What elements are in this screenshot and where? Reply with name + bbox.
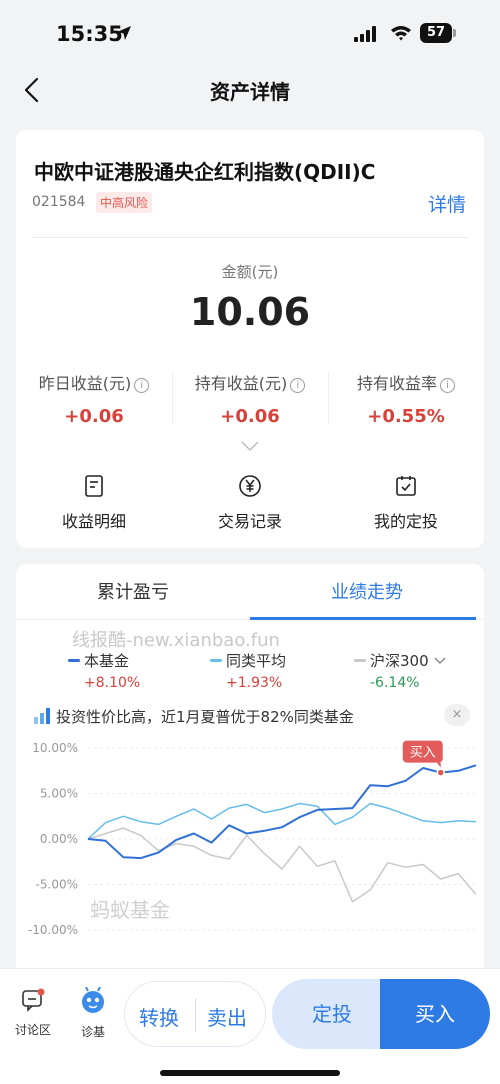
diagnose-button[interactable]: 诊基 bbox=[68, 986, 118, 1040]
info-icon[interactable]: i bbox=[290, 378, 306, 393]
insight-banner: 投资性价比高，近1月夏普优于82%同类基金 bbox=[34, 706, 354, 727]
convert-button[interactable]: 转换 bbox=[139, 1002, 179, 1031]
amount-label: 金额(元) bbox=[221, 263, 279, 281]
chart-watermark: 蚂蚁基金 bbox=[90, 898, 170, 922]
series-line-category-avg bbox=[87, 802, 477, 840]
chevron-down-icon bbox=[434, 657, 446, 664]
location-arrow-icon bbox=[117, 26, 131, 40]
bottom-action-bar: 讨论区 诊基 转换 卖出 定投 买入 bbox=[0, 968, 500, 1084]
y-tick-label: 10.00% bbox=[32, 741, 78, 755]
home-indicator[interactable] bbox=[160, 1070, 340, 1076]
legend-value: +8.10% bbox=[84, 675, 141, 691]
performance-card: 累计盈亏 业绩走势 线报酷-new.xianbao.fun 本基金 +8.10%… bbox=[16, 564, 484, 994]
stat-label: 持有收益率 bbox=[356, 374, 437, 393]
yen-icon bbox=[239, 475, 261, 497]
battery-level: 57 bbox=[420, 23, 452, 43]
action-profit-detail[interactable]: 收益明细 bbox=[16, 474, 172, 532]
legend-swatch bbox=[354, 659, 366, 662]
buy-marker bbox=[436, 768, 445, 777]
amount-value: 10.06 bbox=[189, 290, 311, 334]
divider bbox=[32, 237, 468, 238]
legend-item: 本基金 +8.10% bbox=[68, 650, 218, 691]
page-title: 资产详情 bbox=[210, 80, 290, 104]
stat-value: +0.55% bbox=[367, 406, 445, 427]
status-time: 15:35 bbox=[56, 22, 123, 46]
battery-icon: 57 bbox=[420, 23, 456, 43]
bar-chart-icon bbox=[34, 708, 50, 724]
legend-value: -6.14% bbox=[370, 675, 420, 691]
calendar-icon bbox=[396, 476, 416, 496]
status-bar: 15:35 57 bbox=[0, 0, 500, 66]
action-label: 收益明细 bbox=[61, 512, 126, 531]
legend-value: +1.93% bbox=[226, 675, 283, 691]
stat-value: +0.06 bbox=[220, 406, 280, 427]
convert-sell-group: 转换 卖出 bbox=[124, 981, 266, 1047]
action-label: 我的定投 bbox=[373, 512, 438, 531]
auto-invest-button[interactable]: 定投 bbox=[272, 979, 392, 1049]
cellular-signal-icon bbox=[354, 26, 376, 42]
stat-yesterday-profit: 昨日收益(元) i +0.06 bbox=[16, 370, 172, 427]
diagnose-label: 诊基 bbox=[80, 1025, 105, 1039]
stat-holding-return: 持有收益率 i +0.55% bbox=[328, 370, 484, 427]
chat-icon bbox=[22, 988, 45, 1012]
sell-button[interactable]: 卖出 bbox=[207, 1002, 247, 1031]
legend-name: 同类平均 bbox=[226, 652, 287, 670]
series-line-fund bbox=[87, 764, 477, 860]
performance-chart: 10.00%5.00%0.00%-5.00%-10.00%2026-06-262… bbox=[28, 740, 479, 987]
discussion-label: 讨论区 bbox=[14, 1023, 51, 1037]
watermark-text: 线报酷-new.xianbao.fun bbox=[72, 630, 280, 651]
discussion-button[interactable]: 讨论区 bbox=[8, 987, 58, 1038]
info-icon[interactable]: i bbox=[134, 378, 150, 393]
legend-swatch bbox=[68, 659, 80, 662]
tab-active-indicator bbox=[250, 617, 476, 620]
wifi-icon bbox=[391, 26, 411, 41]
insight-text: 投资性价比高，近1月夏普优于82%同类基金 bbox=[56, 708, 354, 726]
legend-swatch bbox=[210, 659, 222, 662]
mascot-icon bbox=[82, 986, 104, 1013]
stat-label: 昨日收益(元) bbox=[38, 374, 132, 393]
legend-name: 沪深300 bbox=[370, 652, 429, 670]
divider bbox=[195, 998, 196, 1032]
y-tick-label: 5.00% bbox=[40, 787, 78, 801]
legend-item: 同类平均 +1.93% bbox=[210, 650, 360, 691]
fund-summary-card: 中欧中证港股通央企红利指数(QDII)C 021584 中高风险 详情 金额(元… bbox=[16, 130, 484, 548]
tab-cumulative-pnl[interactable]: 累计盈亏 bbox=[16, 578, 250, 604]
y-tick-label: -10.00% bbox=[28, 923, 78, 937]
buy-annotation: 买入 bbox=[410, 746, 436, 761]
y-tick-label: 0.00% bbox=[40, 832, 78, 846]
buy-button[interactable]: 买入 bbox=[380, 979, 490, 1049]
nav-bar: 资产详情 bbox=[0, 66, 500, 114]
document-icon bbox=[85, 475, 103, 497]
action-my-auto-invest[interactable]: 我的定投 bbox=[328, 474, 484, 532]
stat-value: +0.06 bbox=[64, 406, 124, 427]
stat-holding-profit: 持有收益(元) i +0.06 bbox=[172, 370, 328, 427]
risk-badge: 中高风险 bbox=[96, 192, 153, 213]
fund-name: 中欧中证港股通央企红利指数(QDII)C bbox=[34, 160, 376, 184]
y-tick-label: -5.00% bbox=[36, 878, 78, 892]
fund-detail-link[interactable]: 详情 bbox=[428, 190, 466, 217]
close-button[interactable]: × bbox=[444, 704, 470, 726]
fund-code: 021584 bbox=[32, 194, 86, 210]
info-icon[interactable]: i bbox=[440, 378, 455, 393]
chevron-down-icon[interactable] bbox=[240, 440, 260, 452]
action-label: 交易记录 bbox=[217, 512, 282, 531]
legend-item-dropdown[interactable]: 沪深300 -6.14% bbox=[354, 650, 484, 691]
action-transaction-record[interactable]: 交易记录 bbox=[172, 474, 328, 532]
legend-name: 本基金 bbox=[84, 652, 130, 670]
stat-label: 持有收益(元) bbox=[194, 374, 288, 393]
buy-annotation-pointer bbox=[436, 762, 441, 768]
tab-performance-trend[interactable]: 业绩走势 bbox=[250, 578, 484, 604]
